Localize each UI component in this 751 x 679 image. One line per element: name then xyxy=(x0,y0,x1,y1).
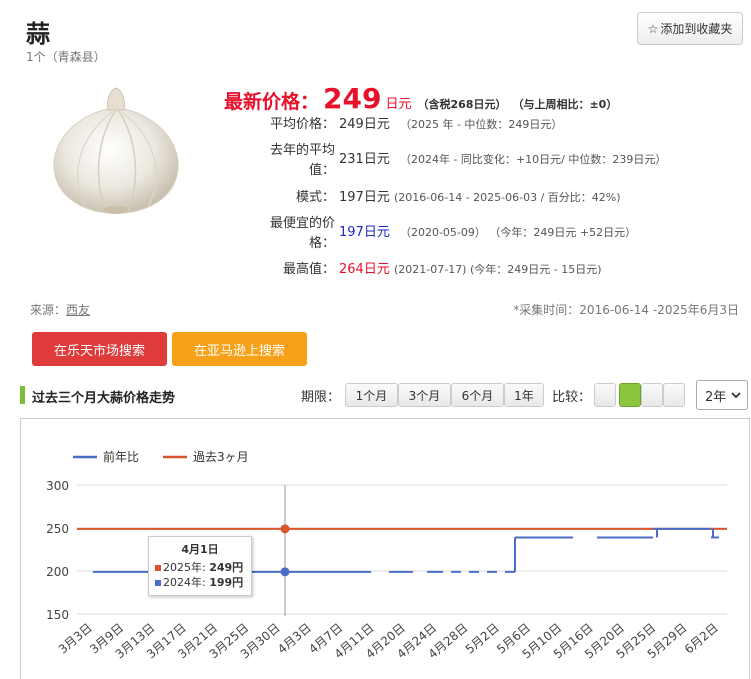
latest-price: 最新价格： 249 日元 （含税268日元） （与上周相比：±0） xyxy=(224,82,617,115)
last-year-detail-post: / 中位数：239日元） xyxy=(561,153,667,166)
tooltip-row-2024: 2024年: 199円 xyxy=(155,575,245,590)
cheapest-label: 最便宜的价格： xyxy=(269,216,335,251)
week-compare: （与上周相比：±0） xyxy=(512,98,618,111)
x-tick-label: 3月3日 xyxy=(56,621,95,657)
section-accent-bar xyxy=(20,386,25,404)
amazon-search-button[interactable]: 在亚马逊上搜索 xyxy=(172,332,307,366)
chart-tooltip: 4月1日 2025年: 249円 2024年: 199円 xyxy=(148,536,252,596)
cheapest-value: 197日元 xyxy=(339,225,390,240)
last-year-detail-pre: （2024年 - 同比变化： xyxy=(399,153,516,166)
cheapest-diff: +52日元 xyxy=(579,226,626,239)
page-title: 蒜 xyxy=(26,20,50,48)
year-select-value: 2年 xyxy=(705,389,727,405)
year-select[interactable]: 2年 xyxy=(696,380,748,410)
period-3-month-button[interactable]: 3个月 xyxy=(398,383,451,407)
highest-label: 最高值： xyxy=(282,262,335,277)
rakuten-search-button[interactable]: 在乐天市场搜索 xyxy=(32,332,167,366)
cheapest-detail-post: ） xyxy=(625,226,637,239)
period-6-month-button[interactable]: 6个月 xyxy=(451,383,504,407)
compare-toggle-2-active[interactable] xyxy=(619,383,641,407)
star-icon: ☆ xyxy=(647,21,659,36)
chevron-down-icon xyxy=(731,391,741,398)
mode-label: 模式： xyxy=(295,190,335,205)
latest-price-label: 最新价格： xyxy=(224,91,320,113)
latest-price-value: 249 xyxy=(323,82,382,115)
period-1-month-button[interactable]: 1个月 xyxy=(345,383,398,407)
point-marker-2025 xyxy=(280,524,290,534)
y-tick-label: 200 xyxy=(46,565,69,579)
compare-label: 比较： xyxy=(552,390,592,405)
latest-price-unit: 日元 xyxy=(385,97,412,112)
x-tick-label: 4月3日 xyxy=(275,621,314,657)
avg-price-value-row: 249日元 （2025 年 - 中位数：249日元） xyxy=(339,115,562,135)
avg-price-label: 平均价格： xyxy=(269,117,335,132)
garlic-image xyxy=(46,80,186,220)
section-title: 过去三个月大蒜价格走势 xyxy=(32,391,176,406)
x-tick-label: 6月2日 xyxy=(682,621,721,657)
product-subtitle: 1个（青森县） xyxy=(26,50,106,64)
last-year-avg-value: 231日元 xyxy=(339,152,390,167)
last-year-avg-row: 231日元 （2024年 - 同比变化：+10日元/ 中位数：239日元） xyxy=(339,150,666,170)
cheapest-row: 197日元 （2020-05-09） （今年：249日元 +52日元） xyxy=(339,223,636,243)
point-marker-2024 xyxy=(280,567,290,577)
mode-row: 197日元 (2016-06-14 - 2025-06-03 / 百分比：42%… xyxy=(339,188,621,208)
source-link[interactable]: 西友 xyxy=(66,303,90,317)
price-chart[interactable]: 150 200 250 300 3月3日 3月9日 3月13日 3月17日 3月21日 3月25日… xyxy=(20,418,750,679)
y-tick-label: 250 xyxy=(46,522,69,536)
legend-label: 前年比 xyxy=(103,449,139,464)
avg-price-value: 249日元 xyxy=(339,117,390,132)
compare-toggle-4[interactable] xyxy=(663,383,685,407)
compare-toggle-1[interactable] xyxy=(594,383,616,407)
add-favorite-label: 添加到收藏夹 xyxy=(660,22,733,36)
highest-diff: 15日元 xyxy=(561,263,598,276)
y-tick-label: 300 xyxy=(46,479,69,493)
period-1-year-button[interactable]: 1年 xyxy=(504,383,544,407)
tax-note: （含税268日元） xyxy=(417,98,507,111)
source-label: 来源： xyxy=(30,303,67,317)
last-year-avg-label: 去年的平均值： xyxy=(269,143,335,178)
period-label: 期限： xyxy=(301,390,341,405)
crawl-period: *采集时间：2016-06-14 -2025年6月3日 xyxy=(513,303,739,317)
source: 来源：西友 xyxy=(30,301,90,318)
legend-label: 過去3ヶ月 xyxy=(193,450,249,464)
compare-toggle-3[interactable] xyxy=(641,383,663,407)
price-chart-svg: 1502002503003月3日3月9日3月13日3月17日3月21日3月25日… xyxy=(46,449,727,661)
cheapest-detail-pre: （2020-05-09） （今年：249日元 xyxy=(399,226,580,239)
mode-detail: (2016-06-14 - 2025-06-03 / 百分比：42%) xyxy=(393,191,621,204)
tooltip-row-2025: 2025年: 249円 xyxy=(155,560,245,575)
highest-detail-post: ) xyxy=(597,263,602,276)
highest-value: 264日元 xyxy=(339,262,390,277)
tooltip-title: 4月1日 xyxy=(181,543,219,556)
x-tick-label: 5月2日 xyxy=(463,621,502,657)
highest-detail-pre: (2021-07-17) (今年：249日元 - xyxy=(393,263,562,276)
avg-price-detail: （2025 年 - 中位数：249日元） xyxy=(399,118,563,131)
add-favorite-button[interactable]: ☆ 添加到收藏夹 xyxy=(637,12,743,45)
highest-row: 264日元 (2021-07-17) (今年：249日元 - 15日元) xyxy=(339,260,602,280)
mode-value: 197日元 xyxy=(339,190,390,205)
last-year-change: +10日元 xyxy=(515,153,562,166)
y-tick-label: 150 xyxy=(46,608,69,622)
